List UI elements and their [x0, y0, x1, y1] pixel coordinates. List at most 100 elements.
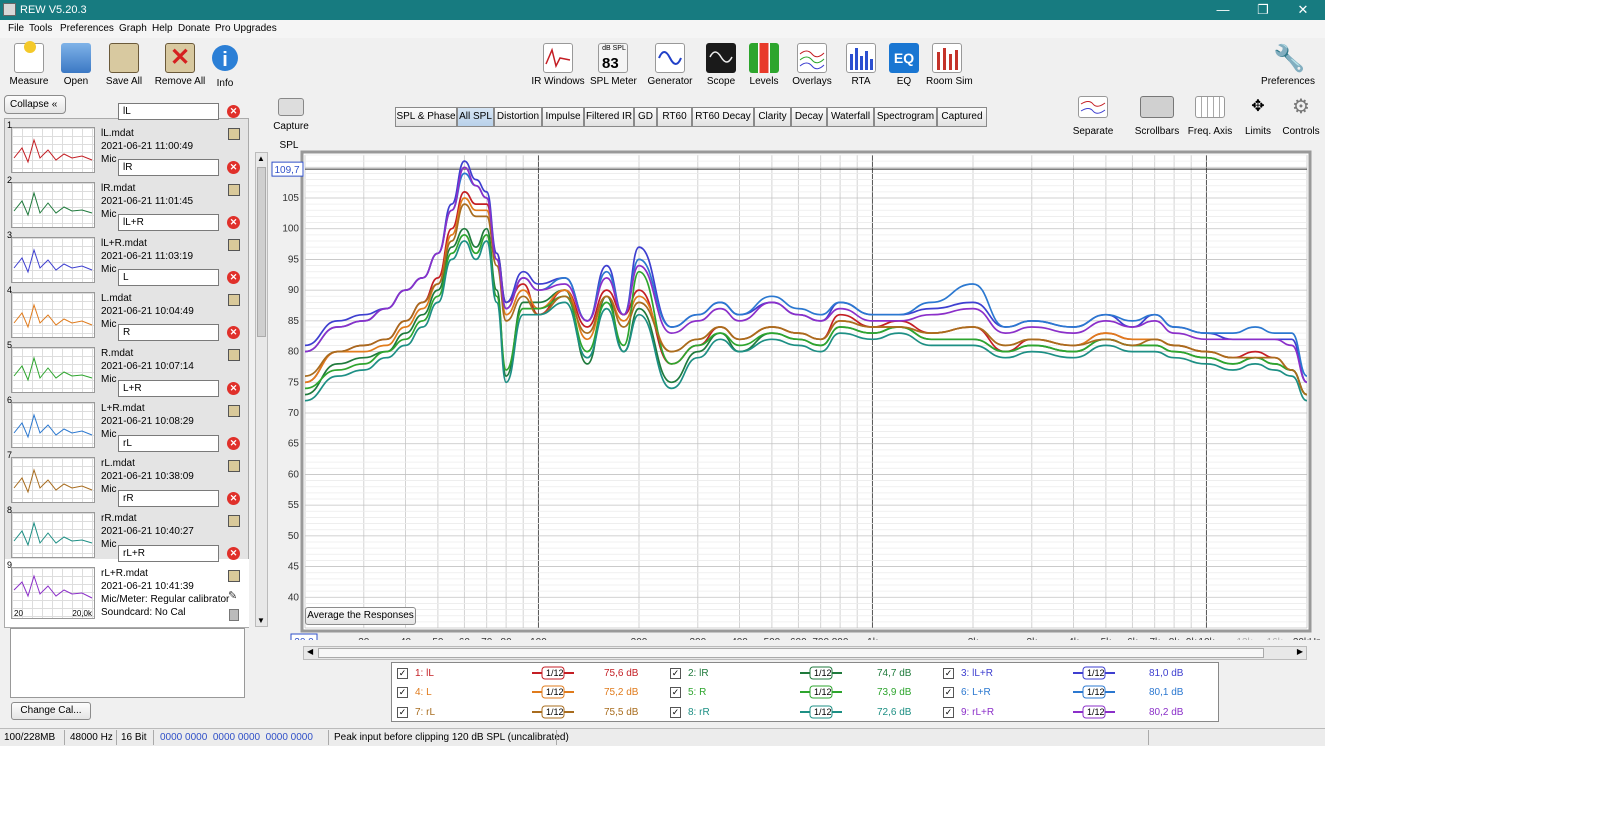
menu-file[interactable]: File: [8, 23, 24, 34]
rta-button[interactable]: RTA: [845, 43, 877, 87]
save-measurement-icon[interactable]: [228, 294, 240, 306]
menu-tools[interactable]: Tools: [29, 23, 52, 34]
soundcard-cal-icon[interactable]: [229, 609, 239, 621]
save-measurement-icon[interactable]: [228, 570, 240, 582]
open-button[interactable]: Open: [58, 43, 94, 87]
tab-filtered-ir[interactable]: Filtered IR: [584, 107, 634, 127]
controls-button[interactable]: ⚙ Controls: [1281, 96, 1321, 137]
generator-button[interactable]: Generator: [647, 43, 693, 87]
status-input-levels: 0000 0000 0000 0000 0000 0000: [160, 732, 313, 743]
average-responses-button[interactable]: Average the Responses: [305, 607, 416, 625]
tab-gd[interactable]: GD: [634, 107, 657, 127]
overlays-button[interactable]: Overlays: [792, 43, 832, 87]
spl-meter-button[interactable]: dB SPL 83 SPL Meter: [590, 43, 637, 87]
legend-checkbox[interactable]: ✓: [943, 668, 954, 679]
close-window-button[interactable]: ✕: [1283, 0, 1323, 20]
tab-rt60[interactable]: RT60: [657, 107, 692, 127]
save-measurement-icon[interactable]: [228, 515, 240, 527]
legend-checkbox[interactable]: ✓: [670, 707, 681, 718]
menu-graph[interactable]: Graph: [119, 23, 147, 34]
eq-button[interactable]: EQ EQ: [888, 43, 920, 87]
levels-button[interactable]: Levels: [748, 43, 780, 87]
legend-checkbox[interactable]: ✓: [397, 707, 408, 718]
ir-windows-button[interactable]: IR Windows: [530, 43, 586, 87]
save-measurement-icon[interactable]: [228, 460, 240, 472]
tab-spl-phase[interactable]: SPL & Phase: [395, 107, 457, 127]
separate-button[interactable]: Separate: [1070, 96, 1116, 137]
delete-measurement-icon[interactable]: ✕: [227, 326, 240, 339]
scrollbar-thumb[interactable]: [257, 167, 266, 337]
tab-waterfall[interactable]: Waterfall: [827, 107, 874, 127]
tab-decay[interactable]: Decay: [791, 107, 827, 127]
legend-checkbox[interactable]: ✓: [397, 668, 408, 679]
scroll-down-icon[interactable]: ▼: [257, 616, 265, 625]
menu-help[interactable]: Help: [152, 23, 173, 34]
save-measurement-icon[interactable]: [228, 184, 240, 196]
remove-all-button[interactable]: ✕ Remove All: [152, 43, 208, 87]
delete-measurement-icon[interactable]: ✕: [227, 382, 240, 395]
limits-button[interactable]: ✥ Limits: [1240, 96, 1276, 137]
measurement-name-input[interactable]: [118, 214, 219, 231]
menu-donate[interactable]: Donate: [178, 23, 210, 34]
save-measurement-icon[interactable]: [228, 405, 240, 417]
restore-button[interactable]: ❐: [1243, 0, 1283, 20]
save-all-button[interactable]: Save All: [104, 43, 144, 87]
tab-clarity[interactable]: Clarity: [754, 107, 791, 127]
measurement-name-input[interactable]: [118, 324, 219, 341]
tab-rt60-decay[interactable]: RT60 Decay: [692, 107, 754, 127]
legend-checkbox[interactable]: ✓: [670, 687, 681, 698]
scope-button[interactable]: Scope: [705, 43, 737, 87]
measurement-name-input[interactable]: [118, 545, 219, 562]
minimize-button[interactable]: —: [1203, 0, 1243, 20]
tab-captured[interactable]: Captured: [937, 107, 987, 127]
tab-all-spl[interactable]: All SPL: [457, 107, 494, 127]
change-cal-button[interactable]: Change Cal...: [11, 702, 91, 720]
freq-axis-button[interactable]: Freq. Axis: [1186, 96, 1234, 137]
measurement-name-input[interactable]: [118, 269, 219, 286]
save-measurement-icon[interactable]: [228, 128, 240, 140]
menu-pro-upgrades[interactable]: Pro Upgrades: [215, 23, 277, 34]
graph-horizontal-scrollbar[interactable]: ◀ ▶: [303, 646, 1307, 660]
generator-icon: [655, 43, 685, 73]
scrollbar-thumb[interactable]: [318, 648, 1264, 658]
room-sim-button[interactable]: Room Sim: [926, 43, 973, 87]
x-tick-label: 700: [812, 637, 829, 640]
measurement-name-input[interactable]: [118, 103, 219, 120]
measurement-name-input[interactable]: [118, 435, 219, 452]
y-tick-label: 65: [288, 439, 300, 450]
scroll-right-icon[interactable]: ▶: [1297, 647, 1303, 656]
tab-spectrogram[interactable]: Spectrogram: [874, 107, 937, 127]
tab-distortion[interactable]: Distortion: [494, 107, 542, 127]
scroll-left-icon[interactable]: ◀: [307, 647, 313, 656]
delete-measurement-icon[interactable]: ✕: [227, 216, 240, 229]
legend-checkbox[interactable]: ✓: [943, 687, 954, 698]
measurement-name-input[interactable]: [118, 490, 219, 507]
notes-area[interactable]: [10, 628, 245, 698]
spl-graph[interactable]: 40 45 50 55 60 65 70 75 80 85 90 95 100 105 SPL 30 40 50 6…: [270, 140, 1320, 640]
measurement-9[interactable]: 20 20,0k 9 rL+R.mdat 2021-06-21 10:41:39 …: [5, 559, 249, 627]
edit-cal-icon[interactable]: ✎: [228, 589, 237, 602]
measure-button[interactable]: Measure: [8, 41, 50, 87]
delete-measurement-icon[interactable]: ✕: [227, 161, 240, 174]
measurement-name-input[interactable]: [118, 159, 219, 176]
delete-measurement-icon[interactable]: ✕: [227, 105, 240, 118]
measurement-name-input[interactable]: [118, 380, 219, 397]
preferences-button[interactable]: 🔧 Preferences: [1258, 43, 1318, 87]
scrollbars-button[interactable]: Scrollbars: [1133, 96, 1181, 137]
delete-measurement-icon[interactable]: ✕: [227, 547, 240, 560]
legend-checkbox[interactable]: ✓: [670, 668, 681, 679]
info-button[interactable]: i Info: [211, 43, 239, 89]
tab-impulse[interactable]: Impulse: [542, 107, 584, 127]
save-measurement-icon[interactable]: [228, 349, 240, 361]
save-measurement-icon[interactable]: [228, 239, 240, 251]
legend-checkbox[interactable]: ✓: [397, 687, 408, 698]
delete-measurement-icon[interactable]: ✕: [227, 437, 240, 450]
legend-checkbox[interactable]: ✓: [943, 707, 954, 718]
scroll-up-icon[interactable]: ▲: [257, 154, 265, 163]
delete-measurement-icon[interactable]: ✕: [227, 492, 240, 505]
capture-button[interactable]: Capture: [272, 98, 310, 132]
menu-preferences[interactable]: Preferences: [60, 23, 114, 34]
collapse-button[interactable]: Collapse «: [4, 95, 66, 114]
delete-measurement-icon[interactable]: ✕: [227, 271, 240, 284]
measurement-scrollbar[interactable]: ▲ ▼: [255, 152, 268, 627]
